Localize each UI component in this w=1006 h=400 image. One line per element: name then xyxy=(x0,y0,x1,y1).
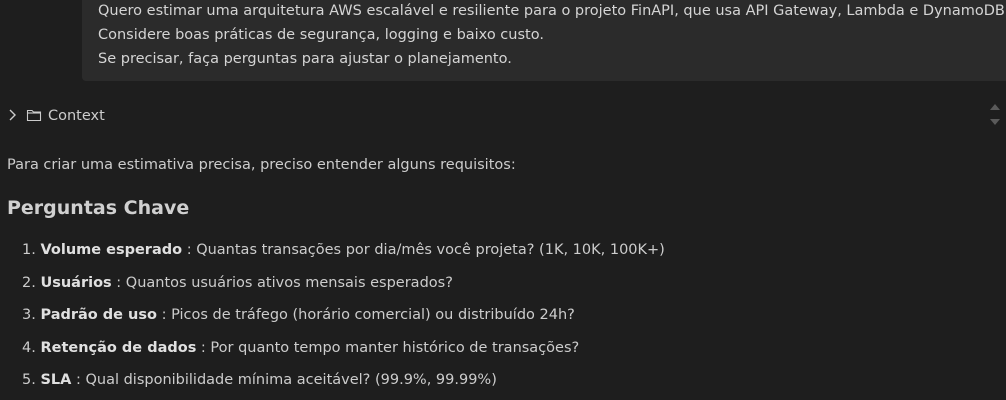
question-number: 4. xyxy=(22,339,36,356)
question-term: SLA xyxy=(40,372,72,388)
list-item: 3. Padrão de uso : Picos de tráfego (hor… xyxy=(22,303,665,336)
user-message-line: Considere boas práticas de segurança, lo… xyxy=(98,27,544,43)
scroll-up-down-icon[interactable] xyxy=(988,100,1002,130)
user-message-bubble: Quero estimar uma arquitetura AWS escalá… xyxy=(82,0,1006,81)
question-number: 1. xyxy=(22,242,36,258)
folder-icon xyxy=(26,107,42,126)
question-number: 3. xyxy=(22,307,36,323)
chevron-right-icon[interactable] xyxy=(6,107,20,126)
question-number: 2. xyxy=(22,274,36,291)
question-text: : Picos de tráfego (horário comercial) o… xyxy=(156,307,575,323)
question-text: : Quantas transações por dia/mês você pr… xyxy=(182,242,665,258)
context-toggle[interactable]: Context xyxy=(6,104,105,128)
list-item: 1. Volume esperado : Quantas transações … xyxy=(22,238,665,271)
list-item: 2. Usuários : Quantos usuários ativos me… xyxy=(22,271,665,304)
question-text: : Por quanto tempo manter histórico de t… xyxy=(196,339,580,356)
question-text: : Quantos usuários ativos mensais espera… xyxy=(111,274,453,291)
questions-list: 1. Volume esperado : Quantas transações … xyxy=(22,238,665,400)
context-label[interactable]: Context xyxy=(48,108,105,124)
user-message-line: Se precisar, faça perguntas para ajustar… xyxy=(98,51,512,67)
chat-panel: Quero estimar uma arquitetura AWS escalá… xyxy=(0,0,1006,400)
question-term: Usuários xyxy=(40,274,112,291)
list-item: 5. SLA : Qual disponibilidade mínima ace… xyxy=(22,368,665,400)
question-term: Retenção de dados xyxy=(40,339,197,356)
response-intro: Para criar uma estimativa precisa, preci… xyxy=(7,157,516,173)
user-message-line: Quero estimar uma arquitetura AWS escalá… xyxy=(98,3,1006,19)
list-item: 4. Retenção de dados : Por quanto tempo … xyxy=(22,336,665,369)
response-heading: Perguntas Chave xyxy=(7,197,190,219)
scroll-arrows[interactable] xyxy=(988,100,1002,130)
question-term: Padrão de uso xyxy=(40,307,157,323)
question-number: 5. xyxy=(22,372,36,388)
question-text: : Qual disponibilidade mínima aceitável?… xyxy=(71,372,497,388)
question-term: Volume esperado xyxy=(40,242,183,258)
